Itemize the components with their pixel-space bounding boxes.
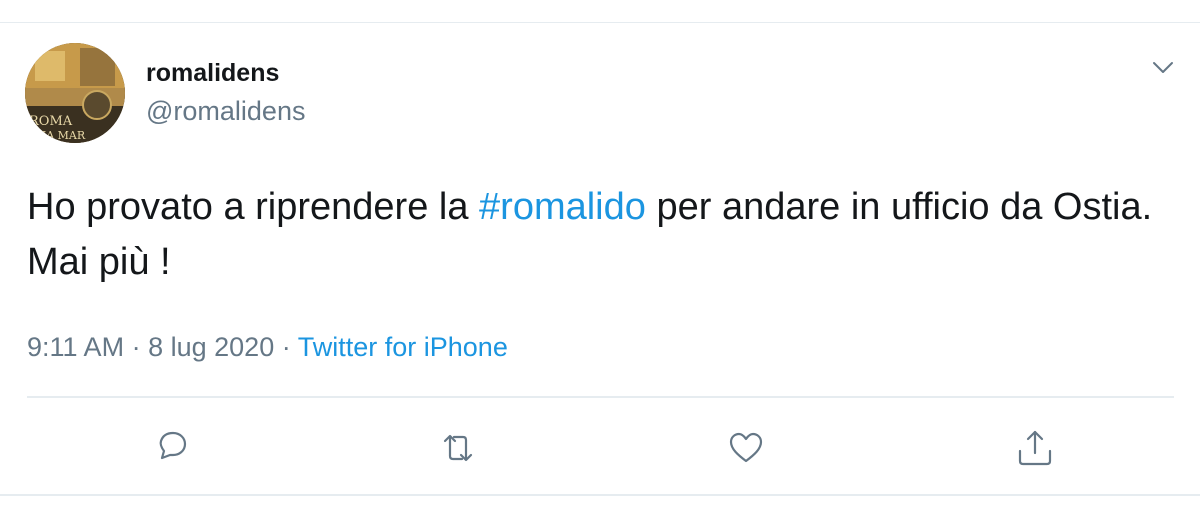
tweet-source-link[interactable]: Twitter for iPhone bbox=[298, 332, 508, 362]
tweet-text-before: Ho provato a riprendere la bbox=[27, 186, 480, 228]
reply-button[interactable] bbox=[150, 426, 194, 470]
bottom-border bbox=[0, 494, 1200, 496]
tweet-card: ROMA STIA MAR romalidens @romalidens Ho … bbox=[0, 0, 1200, 530]
tweet-text: Ho provato a riprendere la #romalido per… bbox=[27, 180, 1167, 290]
tweet-date[interactable]: 8 lug 2020 bbox=[148, 332, 274, 362]
share-icon bbox=[1018, 430, 1052, 466]
share-button[interactable] bbox=[1013, 426, 1057, 470]
user-handle[interactable]: @romalidens bbox=[146, 94, 305, 128]
display-name[interactable]: romalidens bbox=[146, 56, 279, 90]
heart-icon bbox=[729, 432, 763, 463]
divider bbox=[27, 396, 1174, 398]
svg-text:ROMA: ROMA bbox=[29, 114, 73, 129]
avatar-image: ROMA STIA MAR bbox=[25, 43, 125, 143]
chevron-down-icon[interactable] bbox=[1150, 54, 1176, 80]
avatar[interactable]: ROMA STIA MAR bbox=[25, 43, 125, 143]
hashtag-link[interactable]: #romalido bbox=[479, 186, 646, 228]
tweet-time[interactable]: 9:11 AM bbox=[27, 332, 124, 362]
retweet-button[interactable] bbox=[436, 426, 480, 470]
reply-icon bbox=[159, 431, 187, 460]
top-border bbox=[0, 22, 1200, 23]
like-button[interactable] bbox=[724, 426, 768, 470]
meta-separator: · bbox=[131, 332, 141, 362]
tweet-meta: 9:11 AM · 8 lug 2020 · Twitter for iPhon… bbox=[27, 329, 508, 365]
meta-separator: · bbox=[281, 332, 291, 362]
retweet-icon bbox=[443, 434, 473, 462]
svg-text:STIA MAR: STIA MAR bbox=[27, 129, 86, 142]
